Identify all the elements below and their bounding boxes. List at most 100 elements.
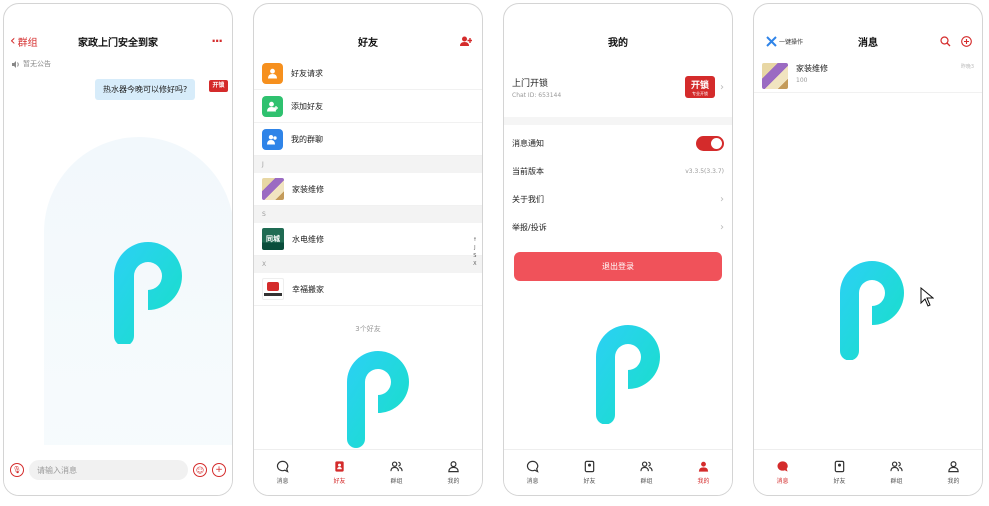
contact-item[interactable]: 同城 水电维修 [254,223,482,256]
chat-bubble-icon [526,460,539,473]
about-row[interactable]: 关于我们 › [504,185,732,213]
app-logo-icon [347,351,409,448]
tab-bar: 消息 好友 群组 我的 [504,449,732,495]
contact-name: 幸福搬家 [292,284,324,294]
messages-title: 消息 [858,37,878,49]
tab-messages[interactable]: 消息 [504,450,561,495]
messages-nav: 一键操作 消息 [754,25,982,57]
search-icon[interactable] [940,35,951,47]
person-icon [948,461,959,473]
input-placeholder: 请输入消息 [37,465,77,475]
avatar: 同城 [262,228,284,250]
tab-friends[interactable]: 好友 [311,450,368,495]
plus-icon: + [215,465,223,475]
more-button[interactable]: ··· [211,25,223,57]
add-button[interactable]: + [212,463,226,477]
my-groups-item[interactable]: 我的群聊 [254,123,482,156]
tab-groups[interactable]: 群组 [868,450,925,495]
tab-label: 群组 [390,478,403,485]
one-key-label: 一键操作 [779,38,804,46]
chat-nav: ‹ 群组 家政上门安全到家 ··· [4,25,232,57]
group-icon [890,461,903,472]
friends-nav: 好友 [254,25,482,57]
section-header-j: J [254,156,482,173]
add-person-icon [262,95,283,117]
tab-label: 我的 [447,478,460,485]
logout-button[interactable]: 退出登录 [514,252,722,281]
contact-item[interactable]: 幸福搬家 [254,273,482,306]
section-header-s: S [254,206,482,223]
contact-item[interactable]: 家装维修 [254,173,482,206]
alphabet-index[interactable]: ↑ J S X [473,237,477,267]
index-letter[interactable]: ↑ [473,237,477,243]
tab-messages[interactable]: 消息 [254,450,311,495]
contacts-icon [335,461,344,472]
conversation-title: 家装维修 [796,64,828,73]
contact-name: 家装维修 [292,184,324,194]
chat-bubble-icon [777,461,788,472]
plus-circle-icon[interactable] [961,35,972,47]
chevron-right-icon: › [720,221,724,233]
index-letter[interactable]: S [473,253,476,259]
tab-label: 好友 [583,478,596,485]
conversation-preview: 100 [796,77,808,84]
tab-bar: 消息 好友 群组 我的 [254,449,482,495]
me-nav: 我的 [504,25,732,57]
back-button[interactable]: ‹ 群组 [10,25,38,57]
tab-friends[interactable]: 好友 [811,450,868,495]
one-key-button[interactable]: 一键操作 [766,25,803,57]
group-icon [640,461,653,472]
message-input[interactable]: 请输入消息 [29,460,188,480]
avatar [762,63,788,89]
index-letter[interactable]: X [473,261,476,267]
person-icon [448,461,459,473]
tab-me[interactable]: 我的 [425,450,482,495]
report-row[interactable]: 举报/投诉 › [504,213,732,241]
add-user-icon [460,36,472,46]
emoji-button[interactable]: ☺ [193,463,207,477]
friend-actions: 好友请求 添加好友 我的群聊 [254,57,482,156]
avatar-text: 开锁 [690,80,709,91]
conversation-time: 昨晚3 [960,64,974,70]
tab-label: 我的 [947,478,960,485]
index-letter[interactable]: J [474,245,475,251]
tab-me[interactable]: 我的 [925,450,982,495]
contacts-icon [834,460,845,473]
app-logo-icon [840,261,904,360]
app-logo-icon [596,325,660,424]
my-groups-label: 我的群聊 [291,134,323,144]
tab-bar: 消息 好友 群组 我的 [754,449,982,495]
mouse-cursor-icon [920,287,934,307]
tab-groups[interactable]: 群组 [368,450,425,495]
microphone-icon: 🎙 [12,466,22,474]
contacts-icon [584,460,595,473]
chat-id: Chat ID: 653144 [512,91,562,99]
cross-arrows-icon [766,35,777,47]
tab-messages[interactable]: 消息 [754,450,811,495]
tab-me[interactable]: 我的 [675,450,732,495]
tab-label: 消息 [276,478,289,485]
tab-label: 我的 [697,478,710,485]
more-icon: ··· [211,34,223,48]
add-friend-item[interactable]: 添加好友 [254,90,482,123]
tab-label: 群组 [890,478,903,485]
profile-card[interactable]: 上门开锁 Chat ID: 653144 开锁 专业开锁 › [504,57,732,125]
me-screen: 我的 上门开锁 Chat ID: 653144 开锁 专业开锁 › 消息通知 当… [503,3,733,496]
chat-screen: ‹ 群组 家政上门安全到家 ··· 暂无公告 热水器今晚可以修好吗? 开锁 🎙 … [3,3,233,496]
tab-groups[interactable]: 群组 [618,450,675,495]
tab-friends[interactable]: 好友 [561,450,618,495]
voice-button[interactable]: 🎙 [10,463,24,477]
message-bubble[interactable]: 热水器今晚可以修好吗? [95,79,196,100]
add-friend-button[interactable] [460,25,472,57]
person-icon [262,62,283,84]
friend-request-item[interactable]: 好友请求 [254,57,482,90]
version-label: 当前版本 [512,166,544,176]
notification-toggle[interactable] [696,135,724,151]
conversation-item[interactable]: 家装维修 100 昨晚3 [754,57,982,93]
avatar[interactable]: 开锁 [209,80,228,92]
avatar [262,178,284,200]
tab-label: 好友 [833,478,846,485]
chevron-right-icon: › [720,81,724,93]
notification-row: 消息通知 [504,129,732,157]
group-icon [262,128,283,150]
